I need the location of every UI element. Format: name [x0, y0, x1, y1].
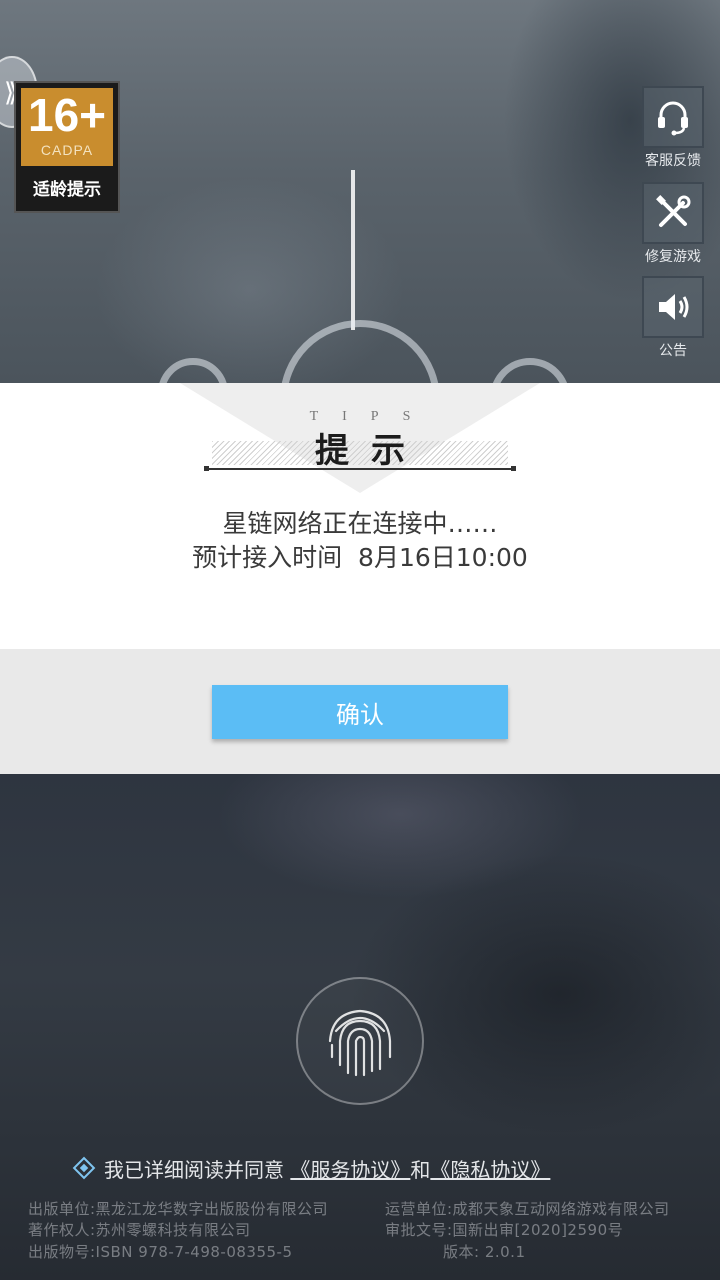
customer-service-label: 客服反馈	[645, 153, 701, 169]
agreement-and: 和	[410, 1158, 431, 1182]
fingerprint-icon	[328, 1009, 392, 1077]
legal-operator: 运营单位:成都天象互动网络游戏有限公司	[385, 1200, 670, 1218]
dialog-footer: 确认	[0, 649, 720, 774]
announcement-button[interactable]: 公告	[640, 276, 706, 360]
legal-approval: 审批文号:国新出审[2020]2590号	[385, 1221, 624, 1239]
repair-game-button[interactable]: 修复游戏	[640, 182, 706, 266]
fingerprint-start-button[interactable]	[296, 977, 424, 1105]
wrench-screwdriver-icon	[642, 182, 704, 244]
legal-isbn: 出版物号:ISBN 978-7-498-08355-5	[28, 1243, 293, 1261]
service-agreement-link[interactable]: 《服务协议》	[290, 1158, 410, 1182]
dialog-message-line2: 预计接入时间 8月16日10:00	[192, 543, 528, 572]
agreement-checkbox[interactable]	[72, 1156, 96, 1180]
customer-service-button[interactable]: 客服反馈	[640, 86, 706, 170]
agreement-row: 我已详细阅读并同意 《服务协议》和《隐私协议》	[72, 1154, 676, 1183]
title-underline-dot	[204, 466, 209, 471]
decorative-ring	[158, 358, 228, 383]
decorative-ring	[490, 358, 570, 383]
title-underline-dot	[511, 466, 516, 471]
speaker-icon	[642, 276, 704, 338]
age-rating-org: CADPA	[40, 142, 94, 158]
announcement-label: 公告	[659, 343, 687, 359]
privacy-agreement-link[interactable]: 《隐私协议》	[430, 1158, 550, 1182]
title-underline	[208, 468, 512, 470]
dialog-title: 提示	[315, 431, 427, 471]
age-rating-badge[interactable]: 16+ CADPA 适龄提示	[14, 81, 120, 213]
age-rating-label: 适龄提示	[33, 180, 101, 200]
headset-icon	[642, 86, 704, 148]
agreement-text: 我已详细阅读并同意	[104, 1158, 284, 1182]
legal-copyright: 著作权人:苏州零螺科技有限公司	[28, 1221, 251, 1239]
dialog-message-line1: 星链网络正在连接中……	[222, 509, 498, 538]
repair-game-label: 修复游戏	[645, 249, 701, 265]
age-rating-panel: 16+ CADPA	[21, 88, 113, 166]
tips-dialog: TIPS 提示 星链网络正在连接中…… 预计接入时间 8月16日10:00	[0, 383, 720, 649]
age-rating-number: 16+	[27, 89, 107, 141]
decorative-line	[351, 170, 355, 330]
confirm-button[interactable]: 确认	[212, 685, 508, 739]
decorative-ring	[280, 320, 440, 383]
legal-version: 版本: 2.0.1	[443, 1243, 526, 1261]
legal-publisher: 出版单位:黑龙江龙华数字出版股份有限公司	[28, 1200, 329, 1218]
